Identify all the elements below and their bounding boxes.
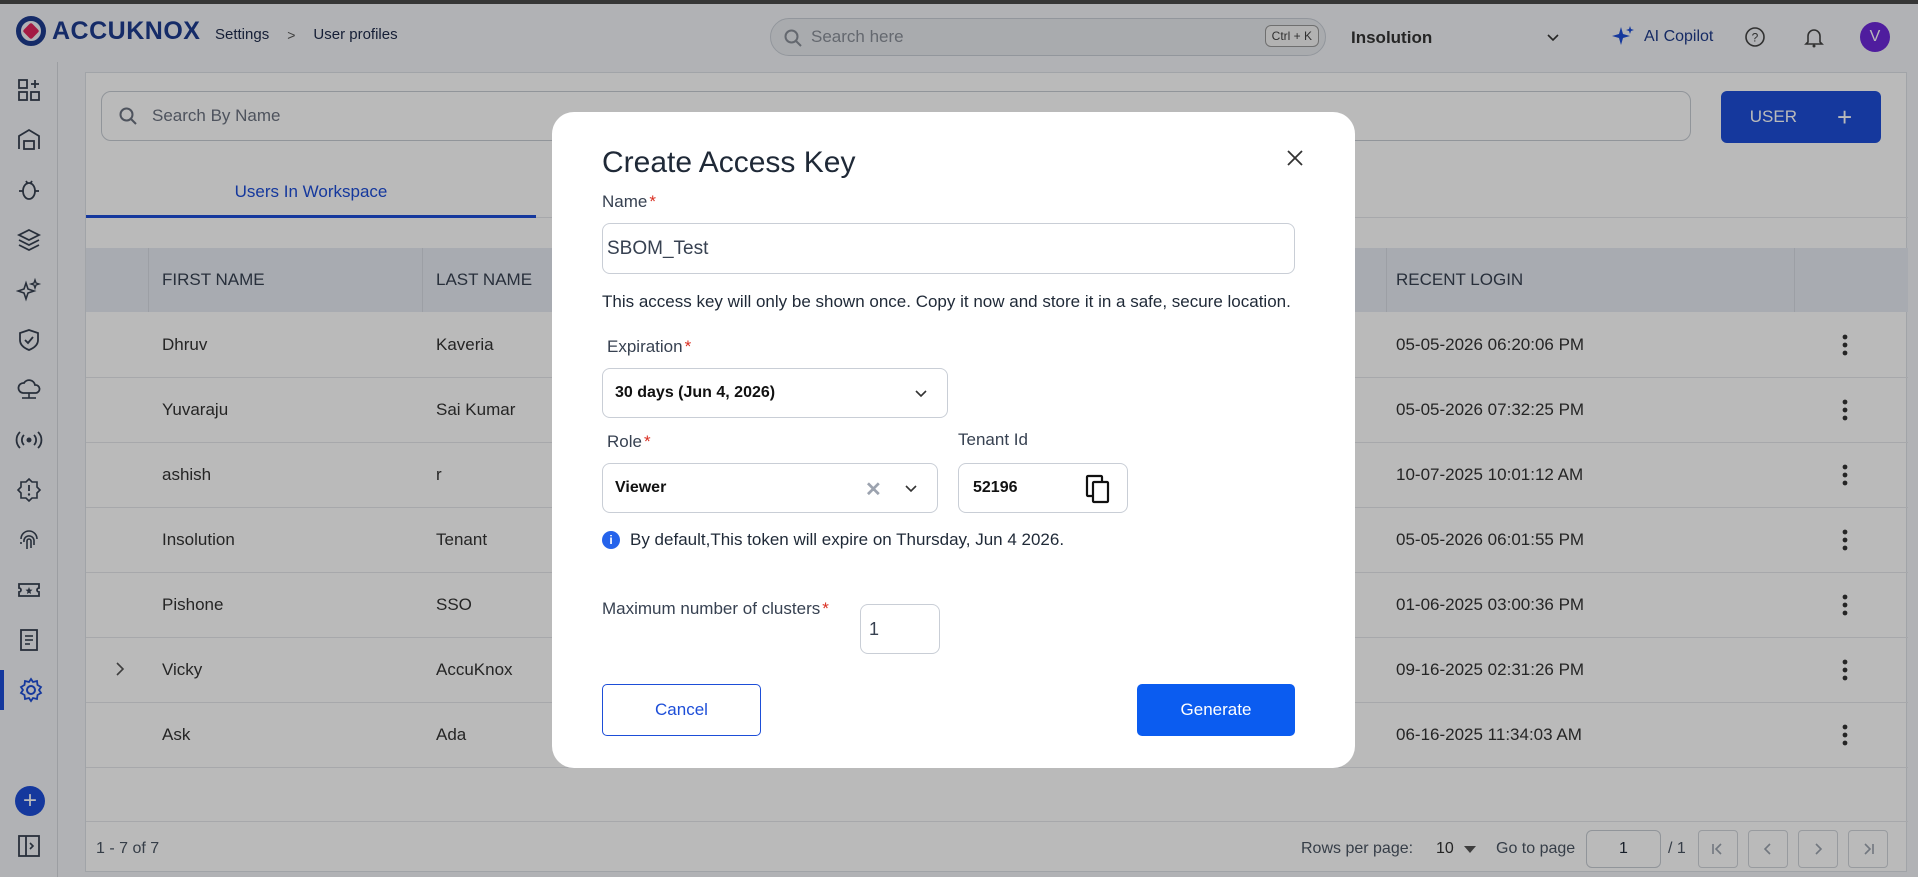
- role-label: Role *: [607, 432, 651, 451]
- dialog-title: Create Access Key: [602, 146, 856, 179]
- required-mark: *: [643, 432, 651, 451]
- name-input[interactable]: SBOM_Test: [602, 223, 1295, 274]
- expiration-value: 30 days (Jun 4, 2026): [615, 384, 776, 401]
- tenant-id-value: 52196: [973, 479, 1018, 496]
- max-clusters-input[interactable]: 1: [860, 604, 940, 654]
- generate-button[interactable]: Generate: [1137, 684, 1295, 736]
- clear-icon[interactable]: ✕: [865, 477, 882, 502]
- required-mark: *: [649, 192, 656, 211]
- close-icon[interactable]: [1285, 148, 1305, 168]
- chevron-down-icon: [915, 390, 927, 398]
- create-access-key-dialog: Create Access Key Name * SBOM_Test This a…: [552, 112, 1355, 768]
- role-select[interactable]: Viewer ✕: [602, 463, 938, 513]
- copy-icon[interactable]: [1084, 473, 1112, 505]
- expiry-info-text: By default,This token will expire on Thu…: [630, 530, 1065, 549]
- tenant-id-label: Tenant Id: [958, 430, 1028, 449]
- cancel-button[interactable]: Cancel: [602, 684, 761, 736]
- expiration-label: Expiration *: [607, 337, 692, 356]
- expiry-info: i By default,This token will expire on T…: [602, 530, 1064, 550]
- role-value: Viewer: [615, 479, 667, 496]
- chevron-down-icon: [905, 485, 917, 493]
- expiration-select[interactable]: 30 days (Jun 4, 2026): [602, 368, 948, 418]
- max-clusters-label: Maximum number of clusters *: [602, 599, 829, 618]
- required-mark: *: [684, 337, 692, 356]
- required-mark: *: [822, 599, 829, 618]
- access-key-notice: This access key will only be shown once.…: [602, 292, 1291, 311]
- info-icon: i: [602, 531, 620, 549]
- name-label: Name *: [602, 192, 656, 211]
- tenant-id-field: 52196: [958, 463, 1128, 513]
